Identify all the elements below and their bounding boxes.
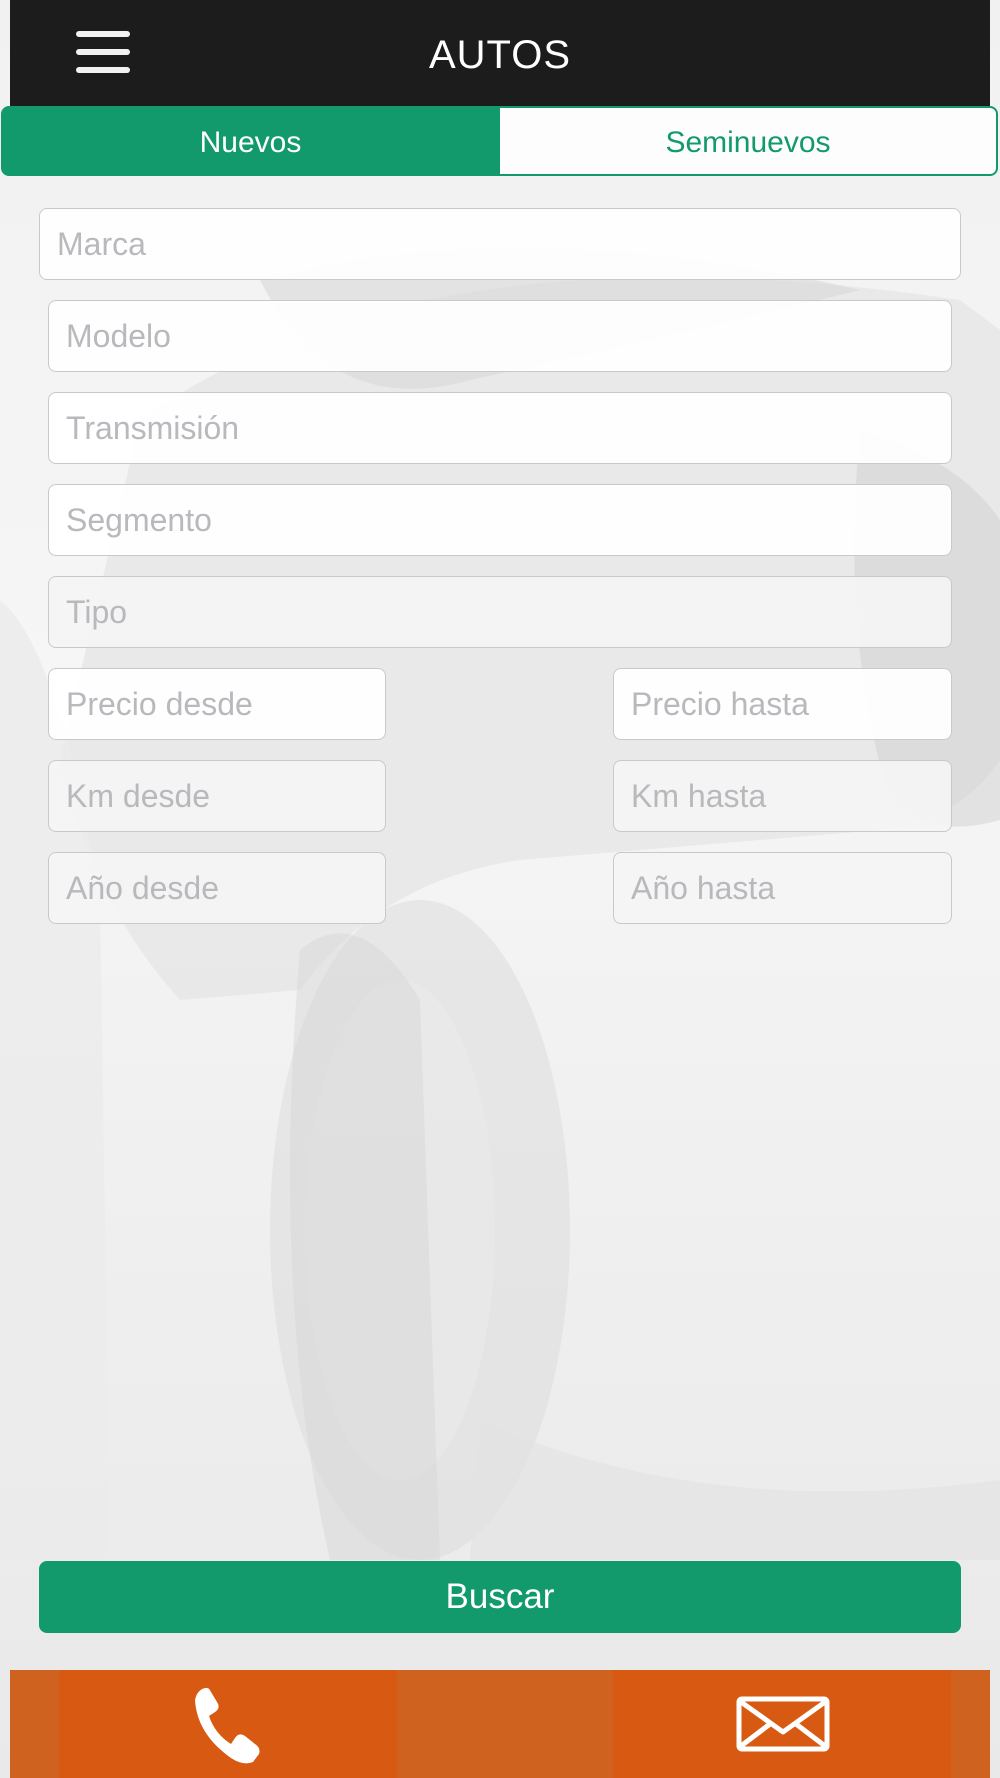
page-title: AUTOS — [428, 33, 572, 77]
precio-hasta-input[interactable]: Precio hasta — [613, 668, 952, 740]
bottom-action-bar — [10, 1670, 990, 1778]
precio-desde-input[interactable]: Precio desde — [48, 668, 386, 740]
email-button[interactable] — [613, 1670, 951, 1778]
search-button[interactable]: Buscar — [39, 1561, 961, 1633]
anio-hasta-input[interactable]: Año hasta — [613, 852, 952, 924]
tipo-select[interactable]: Tipo — [48, 576, 952, 648]
top-bar: AUTOS — [10, 0, 990, 106]
km-desde-input[interactable]: Km desde — [48, 760, 386, 832]
segmented-tabs: Nuevos Seminuevos — [0, 106, 1000, 176]
modelo-select[interactable]: Modelo — [48, 300, 952, 372]
segmento-select[interactable]: Segmento — [48, 484, 952, 556]
tab-seminuevos[interactable]: Seminuevos — [500, 106, 998, 176]
km-hasta-input[interactable]: Km hasta — [613, 760, 952, 832]
marca-select[interactable]: Marca — [39, 208, 961, 280]
call-button[interactable] — [59, 1670, 397, 1778]
bottom-bar-spacer — [397, 1670, 613, 1778]
envelope-icon — [736, 1696, 830, 1752]
transmision-select[interactable]: Transmisión — [48, 392, 952, 464]
phone-icon — [195, 1687, 260, 1764]
tab-nuevos[interactable]: Nuevos — [1, 106, 500, 176]
anio-desde-input[interactable]: Año desde — [48, 852, 386, 924]
